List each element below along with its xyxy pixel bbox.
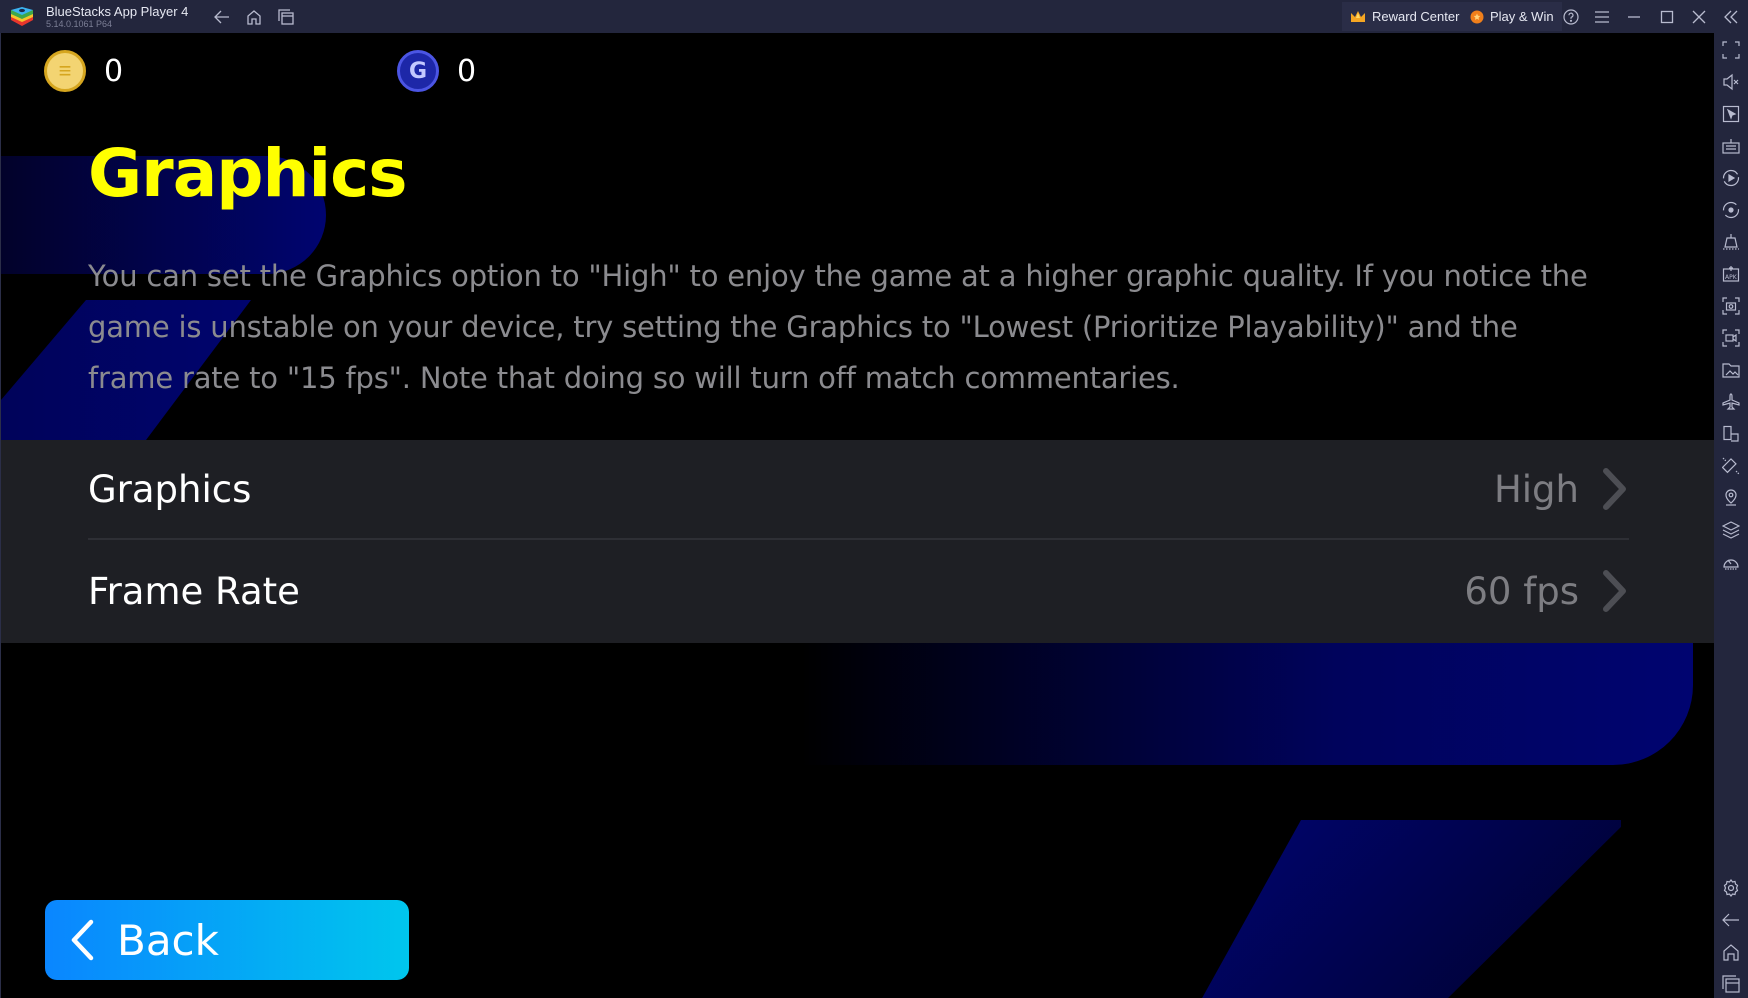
arrow-left-icon (1722, 913, 1739, 927)
background-slash (1201, 820, 1621, 998)
sync-icon (1722, 201, 1740, 219)
home-icon (247, 10, 261, 25)
svg-text:APK: APK (1725, 274, 1738, 281)
keyboard-icon (1722, 139, 1740, 154)
efootball-coin-icon: ≡ (44, 50, 86, 92)
setting-label: Frame Rate (88, 569, 300, 613)
keyboard-controls-button[interactable] (1719, 134, 1743, 158)
menu-button[interactable] (1590, 5, 1614, 29)
folder-image-icon (1722, 363, 1740, 378)
recent-apps-icon (1722, 975, 1740, 993)
setting-label: Graphics (88, 467, 252, 511)
cursor-icon (1722, 105, 1740, 123)
android-back-button[interactable] (1719, 908, 1743, 932)
gear-icon (1723, 879, 1739, 897)
media-manager-button[interactable] (1719, 358, 1743, 382)
screenshot-button[interactable] (1719, 294, 1743, 318)
setting-value: 60 fps (1464, 569, 1579, 613)
location-pin-icon (1725, 489, 1737, 506)
minimize-icon (1628, 16, 1640, 18)
maximize-button[interactable] (1655, 5, 1679, 29)
play-win-button[interactable]: Play & Win (1462, 2, 1562, 31)
hamburger-menu-icon (1595, 11, 1609, 23)
bluestacks-logo-icon (11, 7, 33, 26)
speedometer-icon (1723, 559, 1739, 570)
help-button[interactable] (1559, 5, 1583, 29)
macro-play-icon (1722, 169, 1740, 187)
double-chevron-left-icon (1724, 10, 1738, 24)
background-stripe (801, 643, 1693, 765)
setting-value: High (1493, 467, 1579, 511)
fullscreen-icon (1722, 41, 1740, 59)
location-button[interactable] (1719, 486, 1743, 510)
close-icon (1692, 10, 1706, 24)
fullscreen-button[interactable] (1719, 38, 1743, 62)
performance-button[interactable] (1719, 550, 1743, 574)
gp-value: 0 (457, 53, 477, 89)
currency-coins: ≡ 0 (44, 50, 123, 92)
nav-back-button[interactable] (211, 6, 233, 28)
setting-frame-rate[interactable]: Frame Rate 60 fps (88, 541, 1629, 641)
right-toolbar: APK (1714, 33, 1748, 998)
setting-graphics[interactable]: Graphics High (88, 440, 1629, 540)
reward-center-label: Reward Center (1372, 9, 1460, 24)
multi-instance-icon (1723, 425, 1739, 442)
app-name: BlueStacks App Player 4 (46, 4, 189, 19)
graphics-description: You can set the Graphics option to "High… (88, 259, 1588, 395)
nav-home-button[interactable] (243, 6, 265, 28)
install-apk-button[interactable]: APK (1719, 262, 1743, 286)
multi-instance-button[interactable] (1719, 422, 1743, 446)
layers-icon (1722, 521, 1740, 539)
page-title: Graphics (88, 135, 408, 212)
record-screen-button[interactable] (1719, 326, 1743, 350)
android-home-button[interactable] (1719, 940, 1743, 964)
game-viewport: ≡ 0 G 0 Graphics You can set the Graphic… (0, 33, 1714, 998)
video-record-icon (1722, 329, 1740, 347)
android-recent-apps-button[interactable] (1719, 972, 1743, 996)
arrow-left-icon (214, 10, 229, 24)
airplane-mode-button[interactable] (1719, 390, 1743, 414)
recent-apps-icon (278, 9, 294, 25)
settings-list: Graphics High Frame Rate 60 fps (1, 440, 1714, 643)
chevron-right-icon (1603, 570, 1626, 612)
title-bar: BlueStacks App Player 4 5.14.0.1061 P64 … (0, 0, 1748, 33)
pointer-lock-button[interactable] (1719, 102, 1743, 126)
close-button[interactable] (1687, 5, 1711, 29)
nav-recent-button[interactable] (275, 6, 297, 28)
home-icon (1723, 944, 1739, 961)
game-controls-button[interactable] (1719, 230, 1743, 254)
layers-button[interactable] (1719, 518, 1743, 542)
rotate-icon (1722, 457, 1740, 475)
maximize-icon (1660, 10, 1674, 24)
play-win-label: Play & Win (1490, 9, 1554, 24)
app-version: 5.14.0.1061 P64 (46, 19, 113, 29)
minimize-button[interactable] (1622, 5, 1646, 29)
airplane-icon (1722, 393, 1740, 410)
gp-icon: G (397, 50, 439, 92)
rotate-button[interactable] (1719, 454, 1743, 478)
chevron-left-icon (71, 919, 94, 961)
apk-icon: APK (1722, 266, 1740, 282)
volume-button[interactable] (1719, 70, 1743, 94)
help-icon (1563, 9, 1579, 25)
crown-icon (1350, 10, 1366, 23)
back-label: Back (117, 915, 219, 965)
macro-recorder-button[interactable] (1719, 166, 1743, 190)
camera-icon (1722, 297, 1740, 315)
play-win-icon (1470, 10, 1484, 24)
volume-mute-icon (1723, 73, 1739, 91)
collapse-sidebar-button[interactable] (1719, 5, 1743, 29)
currency-gp: G 0 (397, 50, 476, 92)
reward-center-button[interactable]: Reward Center (1342, 2, 1468, 31)
coins-value: 0 (104, 53, 124, 89)
chevron-right-icon (1603, 468, 1626, 510)
gamepad-icon (1723, 234, 1739, 250)
settings-button[interactable] (1719, 876, 1743, 900)
sync-operations-button[interactable] (1719, 198, 1743, 222)
back-button[interactable]: Back (45, 900, 409, 980)
